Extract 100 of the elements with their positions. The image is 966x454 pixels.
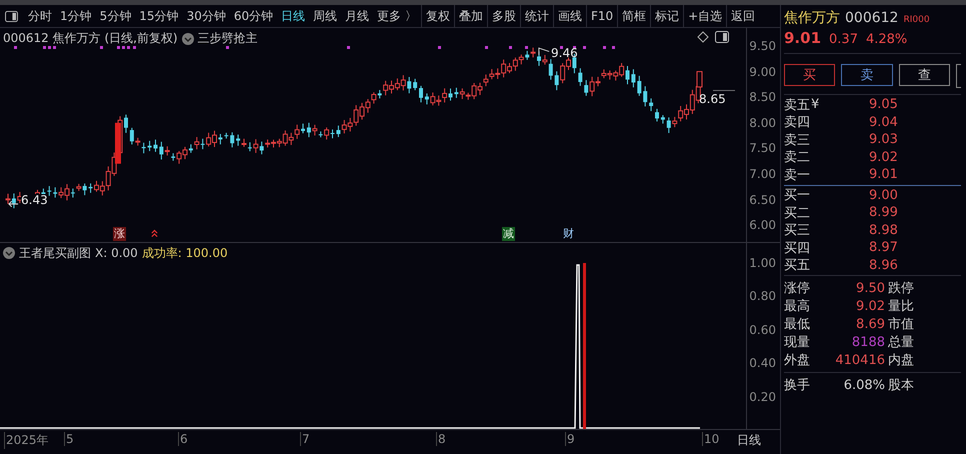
percent-change: 4.28%	[866, 32, 908, 47]
stat-label: 现量	[784, 334, 810, 351]
order-price: 8.99	[869, 205, 898, 220]
axis-tick: 10	[702, 432, 720, 446]
period-tab[interactable]: 1分钟	[56, 5, 96, 27]
toolbar-button[interactable]: 叠加	[454, 5, 487, 27]
axis-tick: 0.40	[749, 356, 776, 370]
period-tab[interactable]: 60分钟	[230, 5, 278, 27]
order-level: 卖五	[784, 96, 810, 114]
toolbar-button[interactable]: 简框	[617, 5, 650, 27]
order-level: 买四	[784, 240, 811, 257]
period-tab[interactable]: 更多 〉	[373, 5, 421, 27]
stat-value: 8.69	[855, 316, 885, 332]
order-price: 8.98	[869, 222, 898, 238]
exchange-label: RI000	[903, 15, 930, 25]
order-level: 买五	[784, 257, 811, 274]
order-price: 9.04	[869, 114, 898, 130]
toolbar-button[interactable]: 标记	[650, 5, 684, 27]
diamond-icon[interactable]	[697, 31, 709, 43]
axis-tick: 0.80	[749, 289, 776, 304]
toolbar-button[interactable]: F10	[586, 5, 618, 27]
order-level: 买三	[784, 222, 811, 240]
price-change: 0.37	[829, 32, 858, 47]
axis-tick: 8.50	[749, 90, 776, 104]
axis-tick: 8	[436, 432, 446, 446]
order-price: 8.96	[869, 258, 898, 273]
stat-label: 股本	[888, 377, 914, 394]
period-label: 日线	[737, 432, 761, 450]
axis-tick: 6.50	[749, 192, 776, 207]
stat-value: 410416	[834, 352, 885, 368]
toolbar-button[interactable]: 复权	[420, 5, 454, 27]
order-level: 卖一	[784, 166, 810, 184]
axis-tick: 6.00	[749, 218, 776, 232]
stat-label: 涨停	[784, 280, 810, 297]
axis-tick: 9.00	[749, 64, 776, 79]
indicator-name: 三步劈抢主	[198, 30, 258, 47]
period-tab[interactable]: 日线	[277, 5, 310, 27]
toolbar-button[interactable]: 统计	[520, 5, 553, 27]
axis-tick: 6	[178, 432, 188, 446]
dropdown-icon[interactable]	[182, 32, 194, 44]
dropdown-icon[interactable]	[3, 247, 15, 260]
period-tab[interactable]: 15分钟	[135, 5, 183, 27]
axis-tick: 7.00	[749, 167, 776, 181]
period-tab[interactable]: 5分钟	[96, 5, 136, 27]
stat-value: 6.08%	[842, 378, 885, 392]
axis-tick: 7.50	[749, 141, 776, 156]
period-tab[interactable]: 月线	[341, 5, 374, 27]
order-price: 9.02	[869, 150, 898, 165]
period-tab[interactable]: 周线	[309, 5, 342, 27]
double-arrow-icon[interactable]	[151, 228, 158, 240]
stat-label: 跌停	[888, 280, 914, 297]
axis-tick: 0.20	[749, 390, 776, 404]
trade-button[interactable]: 买	[784, 64, 836, 86]
high-price-label: 9.46	[551, 46, 578, 60]
period-tab[interactable]: 30分钟	[182, 5, 230, 27]
stat-label: 量比	[888, 298, 914, 315]
toolbar-button[interactable]: 返回	[726, 5, 760, 27]
axis-tick: 9	[565, 432, 575, 446]
order-level: 买二	[784, 204, 811, 222]
stat-label: 换手	[784, 377, 810, 394]
panel-icon[interactable]	[5, 10, 18, 22]
axis-tick: 1.00	[749, 256, 776, 270]
stat-value: 9.50	[855, 280, 885, 296]
axis-tick: 8.00	[749, 116, 776, 130]
last-price: 9.01	[784, 29, 822, 47]
order-price: 8.97	[869, 240, 898, 256]
order-price: 9.05	[869, 97, 898, 112]
order-price: 9.01	[869, 167, 898, 182]
stat-value: 8188	[850, 334, 885, 350]
toolbar-button[interactable]: 画线	[552, 5, 586, 27]
panel-icon[interactable]	[715, 31, 729, 43]
order-level: 买一	[784, 187, 811, 204]
indicator-value: X: 0.00	[95, 246, 138, 260]
axis-tick: 0.60	[749, 322, 776, 337]
stock-code: 000612	[845, 10, 898, 26]
toolbar-button[interactable]: 多股	[486, 5, 520, 27]
order-level: 卖三	[784, 132, 810, 149]
stat-label: 市值	[888, 316, 914, 333]
trade-button[interactable]: 查	[898, 64, 950, 86]
indicator-name: 王者尾买副图	[19, 244, 91, 262]
toolbar-button[interactable]: +自选	[683, 5, 726, 27]
low-price-label: 6.43	[21, 194, 48, 207]
event-marker[interactable]: 减	[502, 227, 515, 241]
period-tab[interactable]: 分时	[24, 5, 56, 27]
trade-button[interactable]: 卖	[841, 64, 893, 86]
event-marker[interactable]: 涨	[113, 227, 126, 241]
axis-tick: 2025年	[4, 432, 49, 450]
axis-tick: 5	[64, 432, 74, 446]
stock-name: 焦作万方	[784, 9, 840, 27]
axis-tick: 7	[300, 432, 310, 446]
order-price: 9.00	[869, 188, 898, 203]
arrow-icon	[8, 200, 19, 208]
stat-label: 最低	[784, 316, 810, 333]
order-level: 卖二	[784, 149, 810, 166]
chart-title: 000612 焦作万方 (日线,前复权)	[3, 30, 178, 47]
stat-label: 外盘	[784, 352, 810, 369]
stat-label: 总量	[888, 334, 914, 351]
partial-button[interactable]	[956, 64, 961, 88]
stat-value: 9.02	[855, 298, 885, 314]
event-marker[interactable]: 财	[562, 227, 575, 241]
